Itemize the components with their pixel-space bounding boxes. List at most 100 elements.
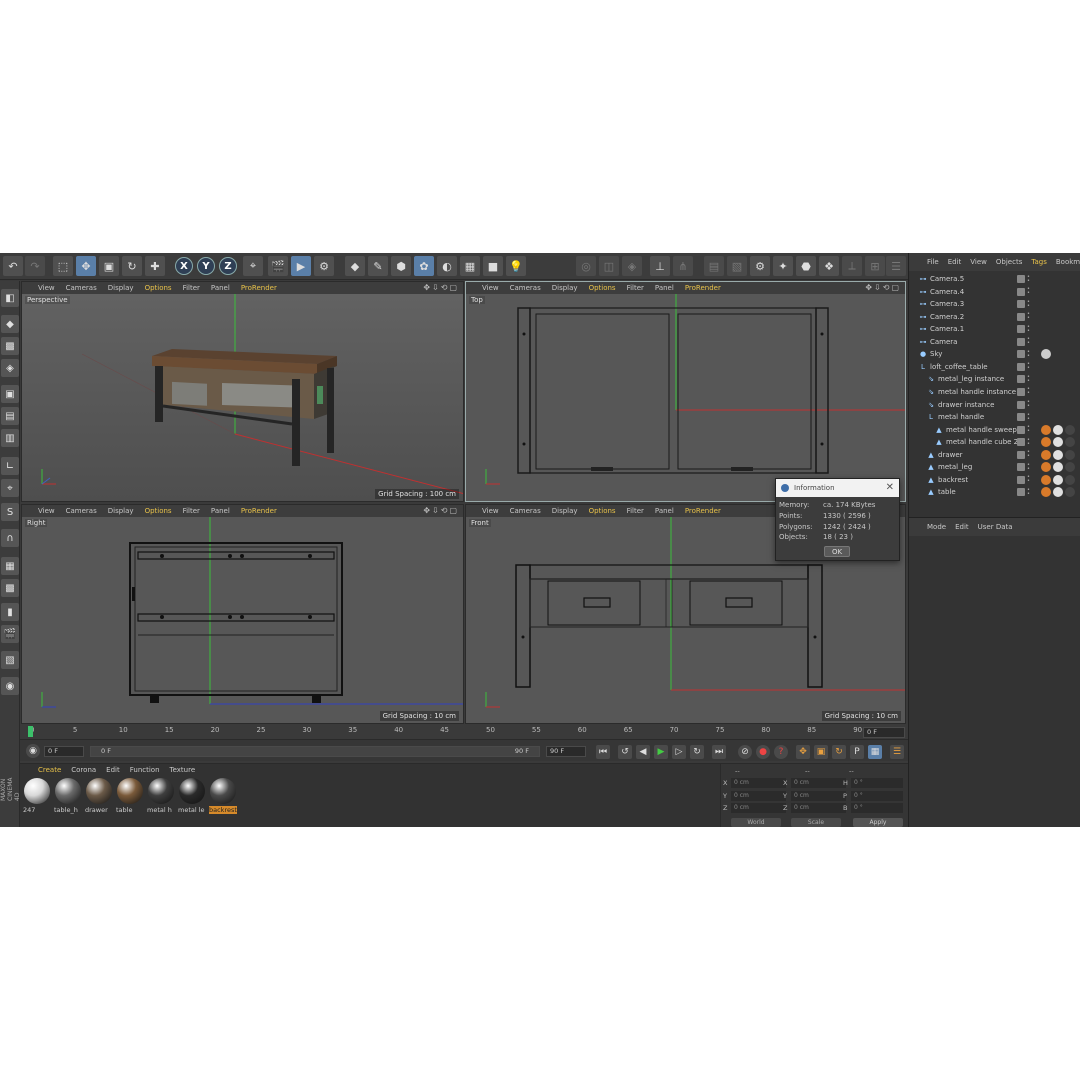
keyframe-selection-icon[interactable]: ? — [774, 745, 788, 759]
menu-filter[interactable]: Filter — [183, 507, 200, 515]
object-row[interactable]: ⊶ Camera • • — [909, 336, 1080, 348]
visibility-toggle[interactable]: • • — [1027, 462, 1033, 472]
array-generator-icon[interactable]: ✿ — [414, 256, 434, 276]
visibility-toggle[interactable]: • • — [1027, 324, 1033, 334]
layer-checkbox[interactable] — [1017, 287, 1025, 296]
end-frame-field[interactable]: 90 F — [546, 746, 586, 757]
coordinate-field[interactable]: 0 cm — [731, 803, 786, 813]
tweak-icon[interactable]: ⌖ — [1, 479, 19, 497]
object-row[interactable]: ▲ metal_leg • • — [909, 461, 1080, 473]
layer-checkbox[interactable] — [1017, 413, 1025, 422]
gear-icon[interactable]: ⚙ — [750, 256, 770, 276]
redo-icon[interactable]: ↷ — [25, 256, 45, 276]
material-tag-icon[interactable] — [1041, 487, 1051, 498]
menu-cameras[interactable]: Cameras — [66, 284, 97, 292]
next-key-icon[interactable]: ↻ — [690, 745, 704, 759]
layer-icon[interactable]: ▮ — [1, 603, 19, 621]
sky-material-tag-icon[interactable] — [1041, 349, 1051, 360]
menu-panel[interactable]: Panel — [211, 507, 230, 515]
layer-checkbox[interactable] — [1017, 312, 1025, 321]
coordinate-field[interactable]: 0 ° — [851, 778, 903, 788]
viewport-nav-icons[interactable]: ✥⇩⟲▢ — [423, 506, 459, 515]
object-row[interactable]: ⊶ Camera.5 • • — [909, 273, 1080, 285]
object-row[interactable]: ⇘ metal_leg instance • • — [909, 373, 1080, 385]
snap-icon[interactable]: ▤ — [704, 256, 724, 276]
layer-checkbox[interactable] — [1017, 362, 1025, 371]
object-row[interactable]: Lmetal handle • • — [909, 411, 1080, 423]
material-swatch[interactable]: table_h — [54, 778, 82, 818]
go-to-end-icon[interactable]: ⏭ — [712, 745, 726, 759]
visibility-toggle[interactable]: • • — [1027, 287, 1033, 296]
pen-spline-icon[interactable]: ✎ — [368, 256, 388, 276]
x-axis-lock-button[interactable]: X — [175, 257, 193, 275]
frame-dial-icon[interactable]: ◉ — [26, 744, 40, 758]
grid-icon[interactable]: ⊞ — [865, 256, 885, 276]
polygons-mode-icon[interactable]: ◈ — [622, 256, 642, 276]
polygons-icon[interactable]: ▥ — [1, 429, 19, 447]
material-tag-icon[interactable] — [1065, 437, 1075, 448]
play-icon[interactable]: ▶ — [654, 745, 668, 759]
menu-view[interactable]: View — [38, 507, 55, 515]
material-tag-icon[interactable] — [1065, 487, 1075, 498]
material-tag-icon[interactable] — [1053, 474, 1063, 485]
frame-range-slider[interactable]: 0 F 90 F — [90, 746, 540, 757]
material-tag-icon[interactable] — [1053, 462, 1063, 473]
lock-workplane-icon[interactable]: ⟂ — [842, 256, 862, 276]
material-tag-icon[interactable] — [1065, 424, 1075, 435]
viewport-nav-icons[interactable]: ✥⇩⟲▢ — [423, 283, 459, 292]
ok-button[interactable]: OK — [824, 546, 850, 557]
coordinate-field[interactable]: 0 ° — [851, 790, 903, 801]
visibility-toggle[interactable]: • • — [1027, 337, 1033, 346]
material-tag-icon[interactable] — [1065, 462, 1075, 473]
menu-mode[interactable]: Mode — [927, 523, 946, 531]
object-row[interactable]: ⇘ drawer instance • • — [909, 399, 1080, 411]
coordinate-system-icon[interactable]: ⌖ — [243, 256, 263, 276]
pla-key-icon[interactable]: ▦ — [868, 745, 882, 759]
object-row[interactable]: ⊶ Camera.2 • • — [909, 311, 1080, 323]
layer-checkbox[interactable] — [1017, 350, 1025, 359]
coordinate-field[interactable]: 0 ° — [851, 803, 903, 813]
workplane-mode-icon[interactable]: ◈ — [1, 359, 19, 377]
transform-tool-icon[interactable]: ✚ — [145, 256, 165, 276]
uv-icon[interactable]: ▩ — [1, 579, 19, 597]
move-tool-icon[interactable]: ✥ — [76, 256, 96, 276]
object-row[interactable]: ⊶ Camera.3 • • — [909, 298, 1080, 310]
material-tag-icon[interactable] — [1041, 437, 1051, 448]
deformer-icon[interactable]: ◐ — [437, 256, 457, 276]
perspective-viewport[interactable]: View Cameras Display Options Filter Pane… — [21, 281, 464, 502]
object-row[interactable]: Lloft_coffee_table • • — [909, 361, 1080, 373]
menu-view[interactable]: View — [482, 284, 499, 292]
menu-edit[interactable]: Edit — [955, 523, 969, 531]
visibility-toggle[interactable]: • • — [1027, 425, 1033, 434]
visibility-toggle[interactable]: • • — [1027, 487, 1033, 497]
layer-checkbox[interactable] — [1017, 475, 1025, 484]
cube-object-icon[interactable]: ◆ — [345, 256, 365, 276]
menu-function[interactable]: Function — [130, 766, 160, 774]
visibility-toggle[interactable]: • • — [1027, 374, 1033, 384]
visibility-toggle[interactable]: • • — [1027, 362, 1033, 371]
render-to-picture-viewer-icon[interactable]: ▶ — [291, 256, 311, 276]
layout-icon[interactable]: ☰ — [886, 256, 906, 276]
layer-checkbox[interactable] — [1017, 337, 1025, 346]
edges-icon[interactable]: ▤ — [1, 407, 19, 425]
menu-file[interactable]: File — [927, 258, 939, 266]
sculpt-icon[interactable]: ⬣ — [796, 256, 816, 276]
layer-checkbox[interactable] — [1017, 425, 1025, 434]
close-icon[interactable]: ✕ — [886, 482, 894, 493]
right-viewport[interactable]: View Cameras Display Options Filter Pane… — [21, 504, 464, 724]
menu-texture[interactable]: Texture — [170, 766, 196, 774]
edges-mode-icon[interactable]: ◫ — [599, 256, 619, 276]
top-viewport[interactable]: View Cameras Display Options Filter Pane… — [465, 281, 906, 502]
start-frame-field[interactable]: 0 F — [44, 746, 84, 757]
coordinate-field[interactable]: 0 cm — [791, 790, 846, 801]
visibility-toggle[interactable]: • • — [1027, 387, 1033, 396]
layer-checkbox[interactable] — [1017, 275, 1025, 283]
menu-edit[interactable]: Edit — [106, 766, 120, 774]
material-swatch[interactable]: metal le — [178, 778, 206, 818]
menu-panel[interactable]: Panel — [655, 284, 674, 292]
menu-options[interactable]: Options — [145, 507, 172, 515]
axis-mode-icon[interactable]: ⊥ — [650, 256, 670, 276]
menu-prorender[interactable]: ProRender — [685, 284, 721, 292]
layers-icon[interactable]: ❖ — [819, 256, 839, 276]
visibility-toggle[interactable]: • • — [1027, 299, 1033, 309]
